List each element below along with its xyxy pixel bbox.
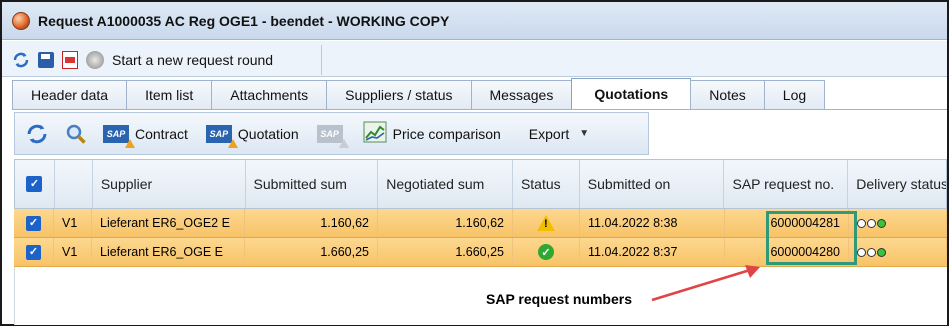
- supplier-header[interactable]: Supplier: [93, 160, 246, 208]
- quotations-table: ✓ Supplier Submitted sum Negotiated sum …: [14, 159, 947, 267]
- window-title: Request A1000035 AC Reg OGE1 - beendet -…: [38, 12, 450, 29]
- tab-attachments[interactable]: Attachments: [211, 80, 328, 109]
- sap-request-no-cell: 6000004281: [725, 209, 849, 237]
- sap-request-no-cell: 6000004280: [725, 238, 849, 266]
- reload-icon[interactable]: [25, 123, 49, 145]
- sap-contract-icon: SAP: [103, 124, 135, 148]
- tab-bar: Header data Item list Attachments Suppli…: [12, 78, 826, 110]
- select-all-cell: ✓: [15, 160, 55, 208]
- app-logo-icon: [12, 11, 30, 30]
- row-select-cell: ✓: [14, 238, 54, 266]
- sap-request-no-header[interactable]: SAP request no.: [724, 160, 849, 208]
- sap-disabled-icon: SAP: [316, 124, 349, 148]
- delivery-status-cell: [849, 209, 947, 237]
- sap-badge-text: SAP: [209, 128, 229, 139]
- row-checkbox[interactable]: ✓: [26, 215, 41, 231]
- table-header: ✓ Supplier Submitted sum Negotiated sum …: [14, 159, 947, 209]
- pdf-icon[interactable]: [62, 51, 78, 69]
- sap-quotation-icon: SAP: [205, 124, 238, 148]
- submitted-sum-cell: 1.660,25: [245, 238, 378, 266]
- new-round-icon[interactable]: [86, 51, 104, 69]
- quotation-label: Quotation: [237, 125, 299, 142]
- quotation-action-bar: SAP Contract SAP Quotation SAP Price com…: [14, 112, 649, 155]
- traffic-light-icon: [857, 247, 886, 257]
- negotiated-sum-cell: 1.660,25: [378, 238, 513, 266]
- title-bar: Request A1000035 AC Reg OGE1 - beendet -…: [2, 2, 947, 40]
- submitted-sum-header[interactable]: Submitted sum: [246, 160, 379, 208]
- negotiated-sum-cell: 1.160,62: [378, 209, 513, 237]
- sap-badge-text: SAP: [106, 128, 126, 139]
- version-header: [55, 160, 93, 208]
- main-toolbar: Start a new request round: [2, 41, 947, 77]
- price-comparison-button[interactable]: Price comparison: [363, 121, 501, 146]
- quotation-button[interactable]: SAP Quotation: [205, 124, 299, 148]
- select-all-checkbox[interactable]: ✓: [26, 176, 43, 192]
- warning-icon: [537, 215, 555, 231]
- save-icon[interactable]: [38, 52, 54, 68]
- delivery-status-header[interactable]: Delivery status: [848, 160, 946, 208]
- contract-label: Contract: [135, 125, 188, 142]
- check-circle-icon: ✓: [538, 244, 554, 260]
- price-comparison-icon: [363, 121, 387, 146]
- sap-badge-text: SAP: [320, 128, 339, 139]
- annotation-label: SAP request numbers: [486, 291, 633, 307]
- tab-divider: [12, 109, 947, 110]
- supplier-cell: Lieferant ER6_OGE E: [92, 238, 245, 266]
- start-new-round-button[interactable]: Start a new request round: [112, 52, 273, 68]
- tab-header-data[interactable]: Header data: [12, 80, 128, 109]
- version-cell: V1: [54, 209, 92, 237]
- negotiated-sum-header[interactable]: Negotiated sum: [378, 160, 513, 208]
- status-cell: ✓: [513, 238, 580, 266]
- submitted-on-cell: 11.04.2022 8:37: [580, 238, 725, 266]
- submitted-sum-cell: 1.160,62: [245, 209, 378, 237]
- submitted-on-cell: 11.04.2022 8:38: [580, 209, 725, 237]
- submitted-on-header[interactable]: Submitted on: [580, 160, 725, 208]
- contract-button[interactable]: SAP Contract: [103, 124, 188, 148]
- row-checkbox[interactable]: ✓: [26, 244, 41, 260]
- tab-suppliers-status[interactable]: Suppliers / status: [326, 80, 472, 109]
- version-cell: V1: [54, 238, 92, 266]
- status-cell: [513, 209, 580, 237]
- chevron-down-icon: ▼: [579, 128, 590, 139]
- tab-log[interactable]: Log: [763, 80, 826, 109]
- export-dropdown[interactable]: Export ▼: [529, 126, 589, 142]
- row-select-cell: ✓: [14, 209, 54, 237]
- status-header[interactable]: Status: [513, 160, 580, 208]
- tab-messages[interactable]: Messages: [470, 80, 573, 109]
- window-frame: Request A1000035 AC Reg OGE1 - beendet -…: [0, 0, 949, 326]
- tab-notes[interactable]: Notes: [690, 80, 765, 109]
- search-icon[interactable]: [65, 123, 87, 145]
- supplier-cell: Lieferant ER6_OGE2 E: [92, 209, 245, 237]
- toolbar-group: Start a new request round: [12, 45, 322, 75]
- delivery-status-cell: [849, 238, 947, 266]
- traffic-light-icon: [857, 218, 886, 228]
- tab-quotations[interactable]: Quotations: [571, 78, 692, 109]
- refresh-icon[interactable]: [12, 51, 30, 69]
- tab-item-list[interactable]: Item list: [126, 80, 213, 109]
- table-row[interactable]: ✓ V1 Lieferant ER6_OGE E 1.660,25 1.660,…: [14, 238, 947, 267]
- table-row[interactable]: ✓ V1 Lieferant ER6_OGE2 E 1.160,62 1.160…: [14, 209, 947, 238]
- table-empty-area: [14, 267, 947, 325]
- export-label: Export: [528, 125, 570, 142]
- price-comparison-label: Price comparison: [392, 125, 501, 142]
